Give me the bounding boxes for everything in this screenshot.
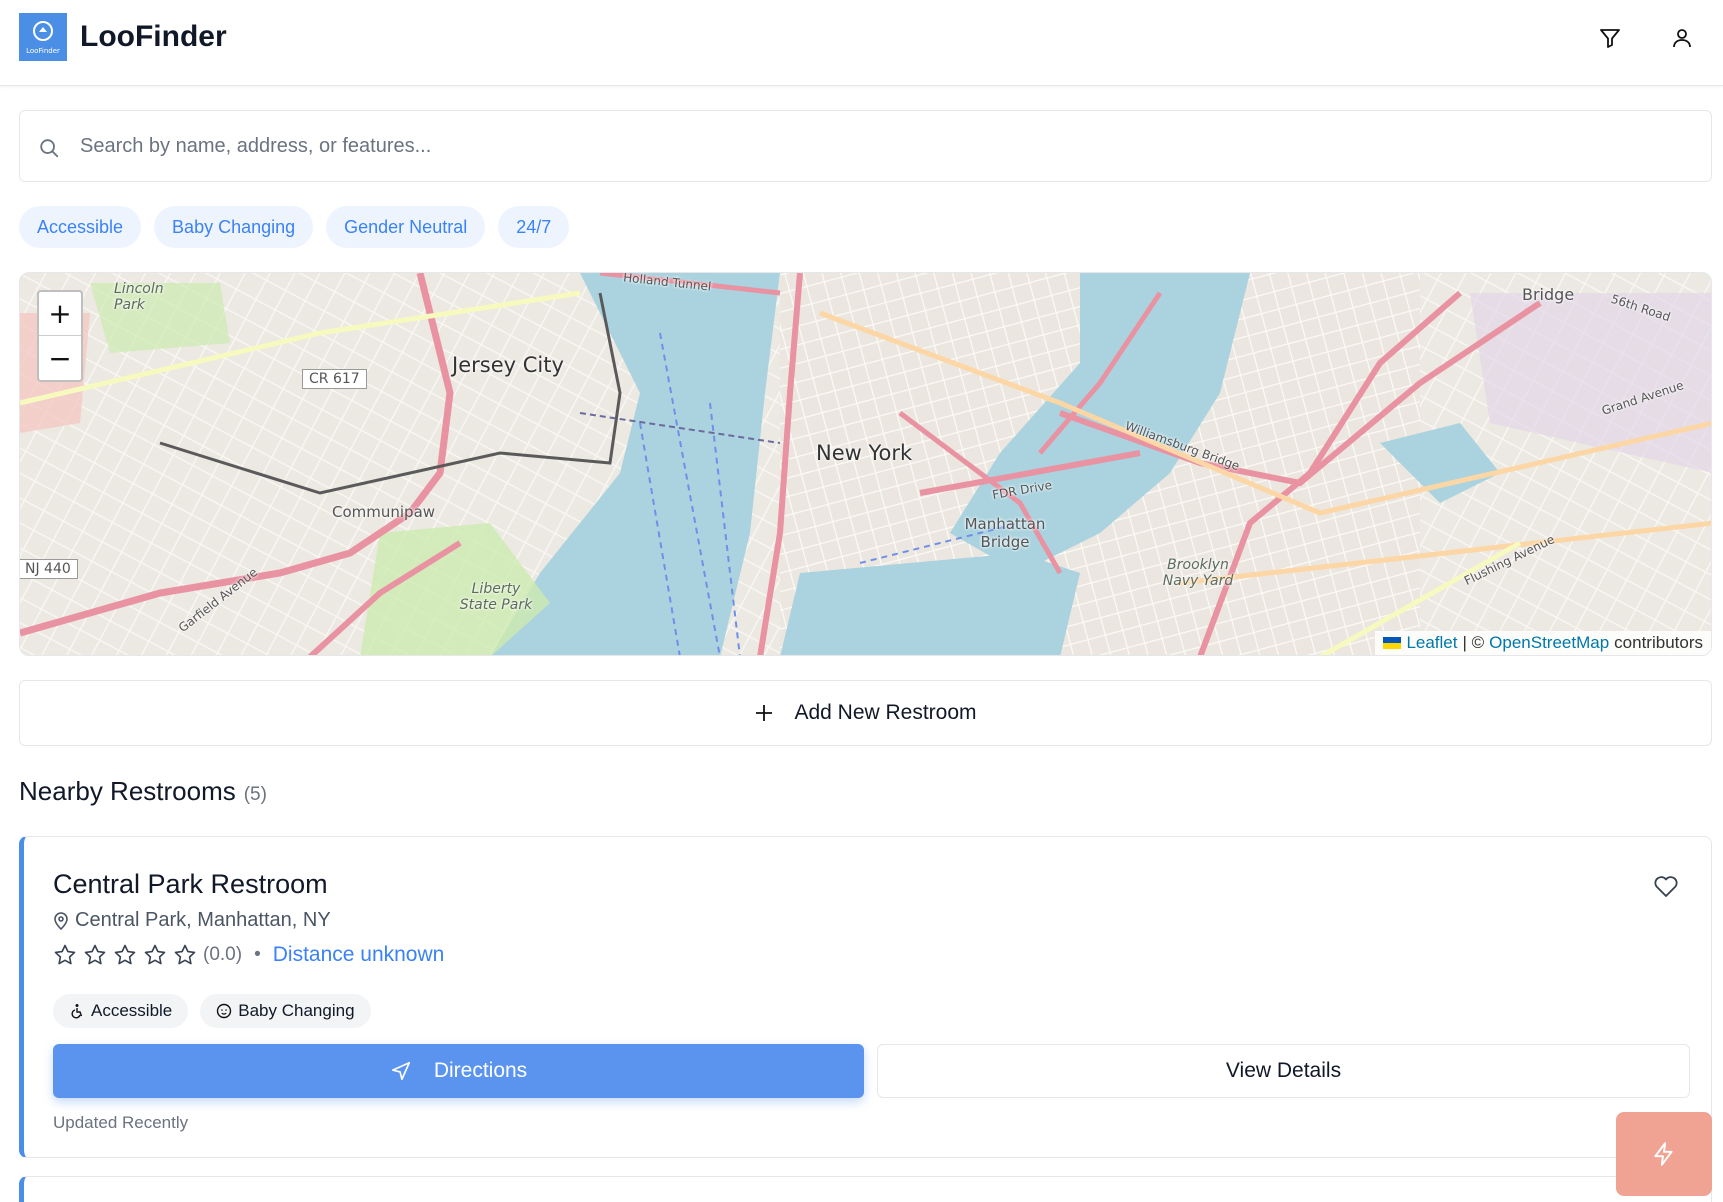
restroom-card[interactable]: Central Park Restroom Central Park, Manh… [19,836,1712,1158]
filter-chips: Accessible Baby Changing Gender Neutral … [19,206,570,248]
star-rating [53,943,197,967]
map-label-brooklyn-navy-yard: Brooklyn Navy Yard [1162,557,1234,589]
add-restroom-button[interactable]: Add New Restroom [19,680,1712,746]
app-title: LooFinder [80,20,227,53]
map-label-jersey-city: Jersey City [452,353,564,377]
plus-icon [756,705,773,721]
zoom-in-button[interactable]: + [39,292,81,336]
separator-dot: • [254,944,261,965]
quick-action-button[interactable] [1616,1112,1712,1196]
search-icon [40,139,59,158]
favorite-button[interactable] [1653,875,1679,904]
lightning-icon [1654,1142,1673,1166]
restroom-rating: (0.0) • Distance unknown [53,943,444,967]
ukraine-flag-icon [1383,637,1402,649]
navigation-icon [391,1061,410,1081]
tag-baby-changing: Baby Changing [200,994,371,1028]
restroom-address: Central Park, Manhattan, NY [53,909,331,932]
map-label-lincoln-park: Lincoln Park [114,281,164,313]
directions-label: Directions [433,1059,528,1082]
map-label-manhattan-bridge: Manhattan Bridge [964,515,1046,551]
rating-value: (0.0) [203,944,243,965]
leaflet-link[interactable]: Leaflet [1406,633,1457,653]
restroom-name: Central Park Restroom [53,869,328,899]
map-label-cr-617: CR 617 [302,369,367,389]
filter-chip-accessible[interactable]: Accessible [19,206,142,248]
zoom-control: + − [37,290,83,382]
tag-label: Accessible [91,1001,173,1020]
add-restroom-label: Add New Restroom [794,701,977,724]
heart-icon [1654,876,1678,897]
map-view[interactable]: Jersey City New York Manhattan Bridge Co… [19,272,1712,656]
openstreetmap-link[interactable]: OpenStreetMap [1489,633,1609,653]
baby-icon [217,1003,232,1019]
map-attribution: Leaflet | © OpenStreetMap contributors [1375,631,1711,655]
filter-chip-baby-changing[interactable]: Baby Changing [154,206,314,248]
map-label-liberty-state-park: Liberty State Park [459,581,533,613]
app-logo[interactable]: LooFinder [19,13,67,61]
view-details-button[interactable]: View Details [877,1044,1690,1098]
tag-accessible: Accessible [53,994,189,1028]
user-icon [1673,29,1691,48]
section-count: (5) [243,784,267,805]
restroom-tags: Accessible Baby Changing [53,994,371,1028]
attribution-separator: | © [1462,633,1485,652]
star-icon [114,944,136,965]
updated-text: Updated Recently [53,1113,189,1132]
map-label-bridge: Bridge [1522,285,1575,304]
section-title: Nearby Restrooms (5) [19,776,267,807]
restroom-address-text: Central Park, Manhattan, NY [75,909,331,931]
section-title-text: Nearby Restrooms [19,776,236,806]
directions-button[interactable]: Directions [53,1044,864,1098]
map-label-communipaw: Communipaw [332,503,436,521]
star-icon [54,944,76,965]
restroom-card[interactable] [19,1176,1712,1202]
map-label-nj-440: NJ 440 [20,559,78,579]
attribution-suffix: contributors [1614,633,1703,652]
tag-label: Baby Changing [238,1001,355,1020]
search-bar [19,110,1712,182]
app-header: LooFinder LooFinder [0,0,1723,86]
filter-chip-24-7[interactable]: 24/7 [498,206,570,248]
location-pin-icon [54,911,68,930]
logo-text: LooFinder [26,46,60,55]
filter-chip-gender-neutral[interactable]: Gender Neutral [326,206,486,248]
wheelchair-icon [71,1004,83,1019]
search-input[interactable] [80,111,1680,181]
star-icon [174,944,196,965]
star-icon [144,944,166,965]
filter-button[interactable] [1594,22,1626,54]
distance-text: Distance unknown [272,943,445,966]
pin-icon [33,20,53,41]
star-icon [84,944,106,965]
profile-button[interactable] [1666,22,1698,54]
map-label-new-york: New York [816,441,913,465]
filter-icon [1600,29,1620,48]
zoom-out-button[interactable]: − [39,336,81,380]
